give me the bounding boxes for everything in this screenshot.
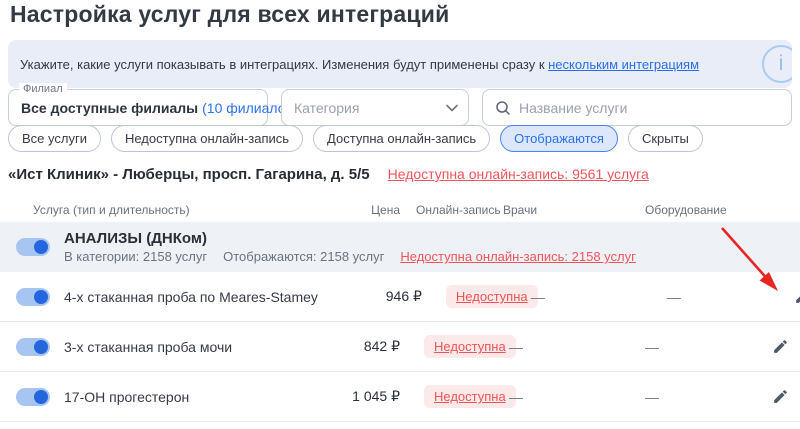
table-row: 17-ОН прогестерон 1 045 ₽ Недоступна — — xyxy=(0,372,800,422)
category-unavailable-link[interactable]: Недоступна онлайн-запись: 2158 услуг xyxy=(400,249,636,264)
toggle-knob xyxy=(34,340,48,354)
toggle-knob xyxy=(34,290,48,304)
toggle-knob xyxy=(34,390,48,404)
info-banner-text: Укажите, какие услуги показывать в интег… xyxy=(20,57,699,72)
chip-hidden[interactable]: Скрыты xyxy=(628,125,703,152)
category-info: АНАЛИЗЫ (ДНКом) В категории: 2158 услуг … xyxy=(56,230,800,264)
service-search-input[interactable]: Название услуги xyxy=(482,89,792,126)
equipment-value: — xyxy=(667,289,792,305)
column-header-service: Услуга (тип и длительность) xyxy=(0,203,296,217)
category-select-placeholder: Категория xyxy=(294,100,359,116)
clinic-unavailable-link[interactable]: Недоступна онлайн-запись: 9561 услуга xyxy=(388,166,649,182)
service-name: 4-х стаканная проба по Meares-Stamey xyxy=(56,289,318,305)
column-header-price: Цена xyxy=(296,203,400,217)
doctors-value: — xyxy=(525,289,667,305)
branch-select-label: Филиал xyxy=(19,83,67,95)
service-toggle[interactable] xyxy=(16,388,50,406)
doctors-value: — xyxy=(503,339,645,355)
chip-all-services[interactable]: Все услуги xyxy=(8,125,101,152)
info-banner-text-static: Укажите, какие услуги показывать в интег… xyxy=(20,57,548,72)
edit-service-button-row-1[interactable] xyxy=(770,338,800,355)
branch-select-value: Все доступные филиалы xyxy=(21,100,198,116)
category-toggle-cell xyxy=(0,238,56,256)
service-price: 946 ₽ xyxy=(318,288,422,305)
pencil-icon xyxy=(772,338,789,355)
clinic-name: «Ист Клиник» - Люберцы, просп. Гагарина,… xyxy=(8,166,370,183)
table-header-row: Услуга (тип и длительность) Цена Онлайн-… xyxy=(0,198,800,222)
edit-service-button-row-2[interactable] xyxy=(770,388,800,405)
category-stats: В категории: 2158 услуг Отображаются: 21… xyxy=(64,249,800,264)
info-banner: Укажите, какие услуги показывать в интег… xyxy=(8,40,792,88)
service-price: 1 045 ₽ xyxy=(296,388,400,405)
edit-service-button-row-0[interactable] xyxy=(792,288,800,305)
online-status-badge[interactable]: Недоступна xyxy=(424,385,516,408)
category-total-count: В категории: 2158 услуг xyxy=(64,249,207,264)
services-table: Услуга (тип и длительность) Цена Онлайн-… xyxy=(0,198,800,422)
page-title: Настройка услуг для всех интеграций xyxy=(10,1,449,28)
services-settings-page: Настройка услуг для всех интеграций Укаж… xyxy=(0,0,800,429)
service-search-placeholder: Название услуги xyxy=(519,100,627,116)
table-row: 3-х стаканная проба мочи 842 ₽ Недоступн… xyxy=(0,322,800,372)
chip-online-unavailable[interactable]: Недоступна онлайн-запись xyxy=(111,125,303,152)
chip-displayed[interactable]: Отображаются xyxy=(500,125,618,152)
category-displayed-count: Отображаются: 2158 услуг xyxy=(223,249,384,264)
service-name: 3-х стаканная проба мочи xyxy=(56,339,296,355)
filters-bar: Филиал Все доступные филиалы (10 филиало… xyxy=(8,89,792,126)
column-header-online: Онлайн-запись xyxy=(416,203,503,217)
online-status-badge[interactable]: Недоступна xyxy=(424,335,516,358)
search-icon xyxy=(495,100,511,116)
equipment-value: — xyxy=(645,339,770,355)
table-row: 4-х стаканная проба по Meares-Stamey 946… xyxy=(0,272,800,322)
category-toggle[interactable] xyxy=(16,238,50,256)
online-status-badge[interactable]: Недоступна xyxy=(446,285,538,308)
category-select[interactable]: Категория xyxy=(281,89,469,126)
service-name: 17-ОН прогестерон xyxy=(56,389,296,405)
toggle-knob xyxy=(34,240,48,254)
equipment-value: — xyxy=(645,389,770,405)
info-icon: i xyxy=(762,45,792,83)
multiple-integrations-link[interactable]: нескольким интеграциям xyxy=(548,57,699,72)
column-header-equipment: Оборудование xyxy=(645,203,770,217)
service-toggle[interactable] xyxy=(16,338,50,356)
chip-online-available[interactable]: Доступна онлайн-запись xyxy=(313,125,490,152)
branch-select[interactable]: Филиал Все доступные филиалы (10 филиало… xyxy=(8,89,268,126)
column-header-doctors: Врачи xyxy=(503,203,645,217)
category-row: АНАЛИЗЫ (ДНКом) В категории: 2158 услуг … xyxy=(0,222,800,272)
service-price: 842 ₽ xyxy=(296,338,400,355)
clinic-header: «Ист Клиник» - Люберцы, просп. Гагарина,… xyxy=(8,166,649,183)
doctors-value: — xyxy=(503,389,645,405)
pencil-icon xyxy=(772,388,789,405)
service-toggle[interactable] xyxy=(16,288,50,306)
pencil-icon xyxy=(794,288,800,305)
category-name: АНАЛИЗЫ (ДНКом) xyxy=(64,230,800,247)
status-filter-chips: Все услуги Недоступна онлайн-запись Дост… xyxy=(8,125,703,152)
chevron-down-icon xyxy=(446,104,458,112)
